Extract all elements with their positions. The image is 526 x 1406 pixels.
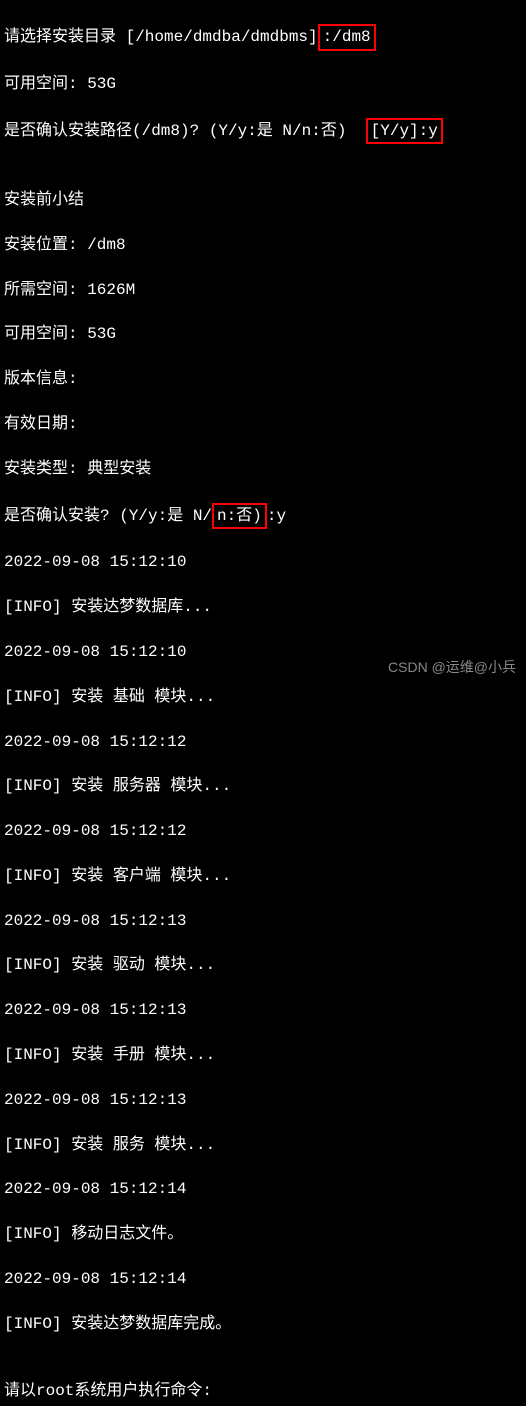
- required-space: 所需空间: 1626M: [4, 279, 522, 301]
- confirm-path-prompt: 是否确认安装路径(/dm8)? (Y/y:是 N/n:否) [Y/y]:y: [4, 118, 522, 144]
- log-info: [INFO] 安装 客户端 模块...: [4, 865, 522, 887]
- log-info: [INFO] 安装 服务 模块...: [4, 1134, 522, 1156]
- timestamp: 2022-09-08 15:12:12: [4, 731, 522, 753]
- log-info: [INFO] 安装 基础 模块...: [4, 686, 522, 708]
- watermark: CSDN @运维@小兵: [388, 658, 516, 678]
- log-info: [INFO] 安装 驱动 模块...: [4, 954, 522, 976]
- timestamp: 2022-09-08 15:12:13: [4, 910, 522, 932]
- confirm-install-prompt: 是否确认安装? (Y/y:是 N/n:否):y: [4, 503, 522, 529]
- available-space: 可用空间: 53G: [4, 73, 522, 95]
- timestamp: 2022-09-08 15:12:13: [4, 999, 522, 1021]
- terminal-output: 请选择安装目录 [/home/dmdba/dmdbms]:/dm8 可用空间: …: [0, 0, 526, 1406]
- log-info: [INFO] 安装达梦数据库...: [4, 596, 522, 618]
- highlight-confirm-path: [Y/y]:y: [366, 118, 443, 144]
- log-info: [INFO] 安装达梦数据库完成。: [4, 1313, 522, 1335]
- timestamp: 2022-09-08 15:12:14: [4, 1268, 522, 1290]
- version-info: 版本信息:: [4, 368, 522, 390]
- timestamp: 2022-09-08 15:12:13: [4, 1089, 522, 1111]
- log-info: [INFO] 安装 服务器 模块...: [4, 775, 522, 797]
- highlight-confirm-install: n:否): [212, 503, 267, 529]
- timestamp: 2022-09-08 15:12:14: [4, 1178, 522, 1200]
- log-info: [INFO] 安装 手册 模块...: [4, 1044, 522, 1066]
- prompt-install-dir: 请选择安装目录 [/home/dmdba/dmdbms]:/dm8: [4, 24, 522, 50]
- available-space-2: 可用空间: 53G: [4, 323, 522, 345]
- timestamp: 2022-09-08 15:12:10: [4, 551, 522, 573]
- highlight-install-path: :/dm8: [318, 24, 376, 50]
- valid-date: 有效日期:: [4, 413, 522, 435]
- log-info: [INFO] 移动日志文件。: [4, 1223, 522, 1245]
- timestamp: 2022-09-08 15:12:12: [4, 820, 522, 842]
- root-exec-prompt: 请以root系统用户执行命令:: [4, 1380, 522, 1402]
- install-type: 安装类型: 典型安装: [4, 458, 522, 480]
- install-location: 安装位置: /dm8: [4, 234, 522, 256]
- pre-install-summary-title: 安装前小结: [4, 189, 522, 211]
